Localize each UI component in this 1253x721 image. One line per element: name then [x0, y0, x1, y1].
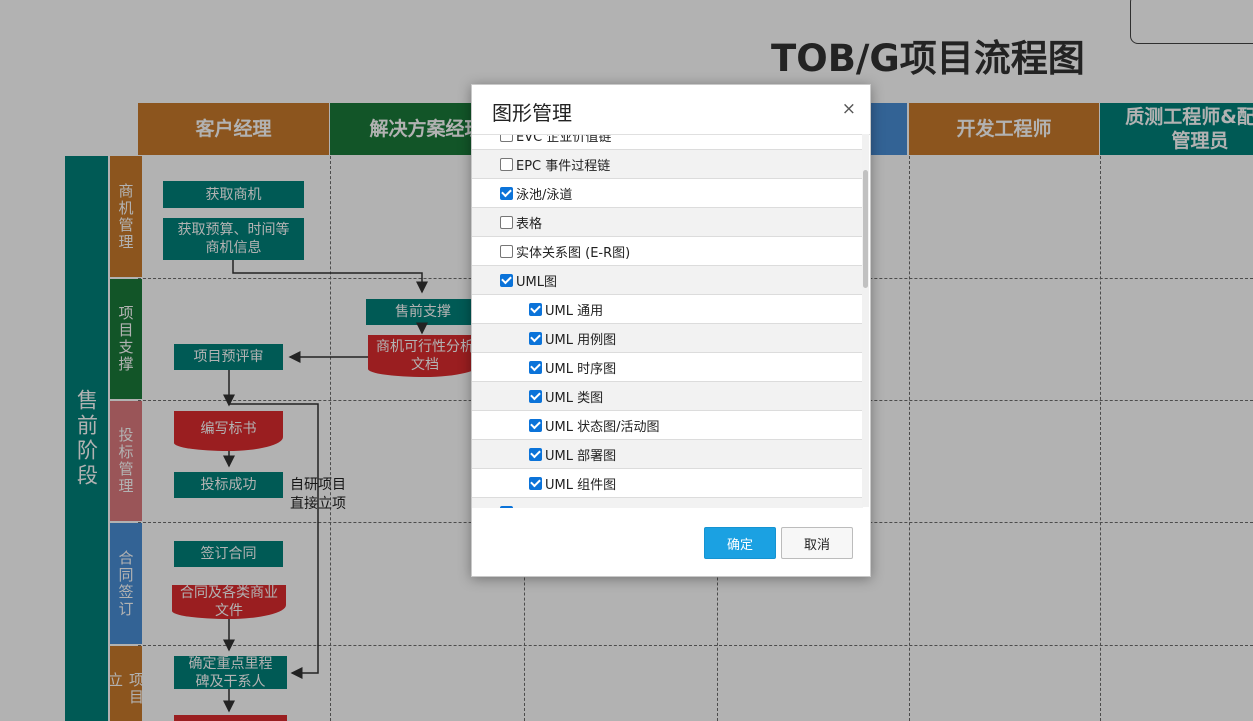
shape-label: 表格 — [516, 216, 543, 232]
shape-checkbox[interactable] — [500, 186, 513, 200]
shape-list-item[interactable]: UML 部署图 — [472, 440, 863, 469]
shape-label: UML图 — [516, 274, 557, 290]
shape-list-item[interactable]: UML 状态图/活动图 — [472, 411, 863, 440]
shape-checkbox[interactable] — [500, 215, 513, 229]
shape-list-item[interactable]: UML 通用 — [472, 295, 863, 324]
shape-list-item[interactable]: UML 组件图 — [472, 469, 863, 498]
shape-label: 泳池/泳道 — [516, 187, 573, 203]
shape-label: EPC 事件过程链 — [516, 158, 611, 174]
close-icon[interactable]: × — [842, 99, 856, 119]
shape-checkbox[interactable] — [529, 447, 542, 461]
shape-list-item[interactable]: UML 时序图 — [472, 353, 863, 382]
shape-list-item[interactable]: 表格 — [472, 208, 863, 237]
shape-manager-dialog: 图形管理 × EVC 企业价值链 EPC 事件过程链 泳池/泳道表格实体关系图 (E… — [471, 84, 871, 577]
shape-list-item[interactable]: 实体关系图 (E-R图) — [472, 237, 863, 266]
shape-label: UML 类图 — [545, 390, 604, 406]
shape-checkbox[interactable] — [529, 418, 542, 432]
shape-label: UML 部署图 — [545, 448, 617, 464]
shape-list-item[interactable]: EPC 事件过程链 — [472, 150, 863, 179]
shape-checkbox[interactable] — [500, 273, 513, 287]
shape-checkbox[interactable] — [529, 389, 542, 403]
list-scrollbar[interactable] — [862, 134, 869, 507]
shape-label: 实体关系图 (E-R图) — [516, 245, 631, 261]
shape-checkbox[interactable] — [529, 360, 542, 374]
shape-list-item[interactable] — [472, 498, 863, 508]
shape-checkbox[interactable] — [529, 476, 542, 490]
shape-checkbox[interactable] — [529, 331, 542, 345]
shape-list-item[interactable]: UML 类图 — [472, 382, 863, 411]
shape-label: EVC 企业价值链 — [516, 134, 612, 145]
shape-label: UML 通用 — [545, 303, 604, 319]
shape-label: UML 时序图 — [545, 361, 617, 377]
shape-list-item[interactable]: 泳池/泳道 — [472, 179, 863, 208]
shape-list-item[interactable]: UML 用例图 — [472, 324, 863, 353]
confirm-button[interactable]: 确定 — [704, 527, 776, 559]
scrollbar-thumb[interactable] — [863, 170, 868, 288]
shape-list-item[interactable]: UML图 — [472, 266, 863, 295]
shape-list[interactable]: EVC 企业价值链 EPC 事件过程链 泳池/泳道表格实体关系图 (E-R图) UML… — [472, 134, 870, 508]
shape-checkbox[interactable] — [500, 157, 513, 171]
shape-list-item[interactable]: EVC 企业价值链 — [472, 134, 863, 150]
shape-checkbox[interactable] — [500, 244, 513, 258]
shape-label: UML 状态图/活动图 — [545, 419, 660, 435]
shape-label: UML 组件图 — [545, 477, 617, 493]
dialog-title: 图形管理 — [492, 101, 572, 125]
shape-checkbox[interactable] — [500, 505, 513, 508]
shape-label: UML 用例图 — [545, 332, 617, 348]
shape-checkbox[interactable] — [500, 135, 513, 142]
cancel-button[interactable]: 取消 — [781, 527, 853, 559]
shape-checkbox[interactable] — [529, 302, 542, 316]
